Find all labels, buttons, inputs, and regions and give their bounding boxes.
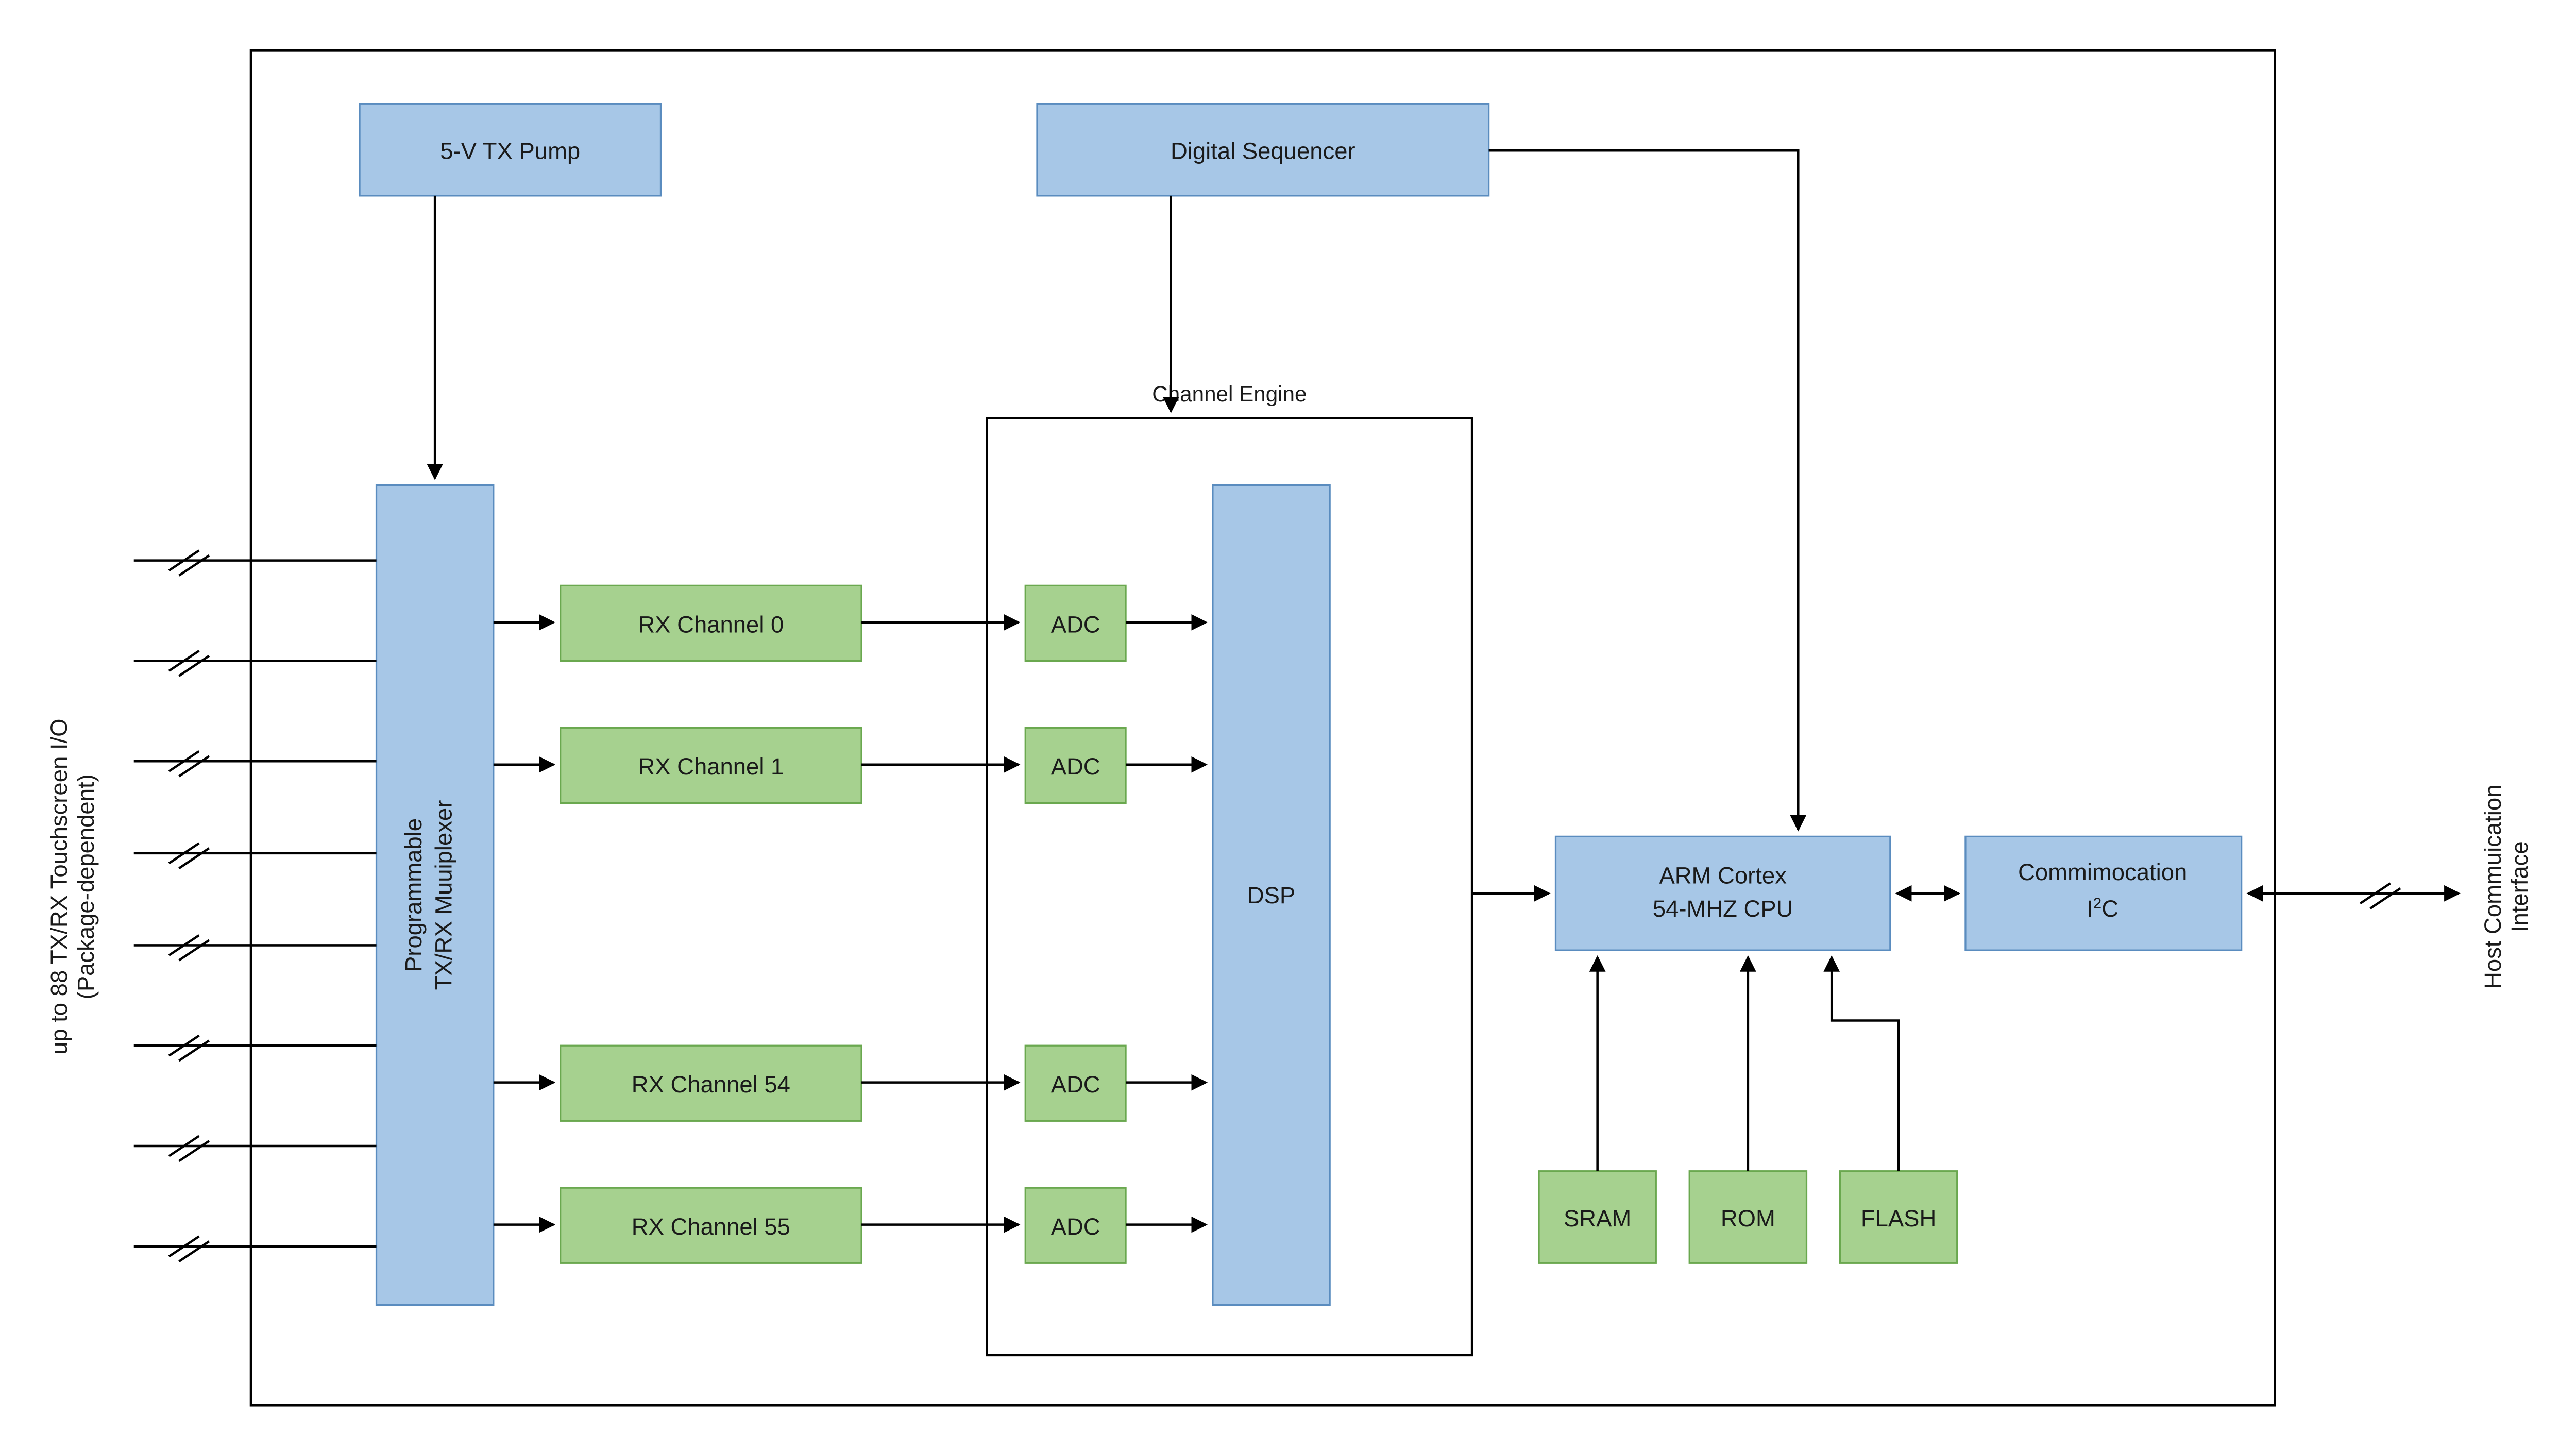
cpu-label-line1: ARM Cortex	[1659, 862, 1787, 888]
host-open-pin	[2360, 883, 2400, 908]
arrow-seq-to-cpu	[1489, 150, 1799, 830]
digital-sequencer-label: Digital Sequencer	[1171, 138, 1355, 164]
comm-label-line2: I2C	[2087, 896, 2119, 922]
adc-0-label: ADC	[1051, 611, 1100, 637]
comm-label-line1: Commimocation	[2018, 859, 2187, 885]
rx-channel-55-label: RX Channel 55	[632, 1214, 790, 1240]
adc-55-label: ADC	[1051, 1214, 1100, 1240]
dsp-label: DSP	[1247, 882, 1295, 908]
mux-label-line2: TX/RX Muuiplexer	[431, 800, 457, 990]
cpu-block	[1555, 836, 1890, 950]
host-comm-label-line2: Interface	[2506, 841, 2533, 932]
comm-block	[1965, 836, 2242, 950]
mux-label-line1: Programmable	[400, 818, 427, 972]
host-comm-label-line1: Host Commuication	[2480, 785, 2506, 989]
arrow-flash-cpu	[1832, 957, 1899, 1171]
rx-channel-0-label: RX Channel 0	[638, 611, 784, 637]
adc-1-label: ADC	[1051, 753, 1100, 780]
rom-label: ROM	[1721, 1205, 1775, 1232]
touchscreen-io-label-line1: up to 88 TX/RX Touchscreen I/O	[46, 719, 72, 1055]
channel-engine-title: Channel Engine	[1152, 382, 1307, 406]
cpu-label-line2: 54-MHZ CPU	[1653, 896, 1793, 922]
touchscreen-io-label-line2: (Package-dependent)	[73, 774, 99, 999]
adc-54-label: ADC	[1051, 1071, 1100, 1098]
rx-channel-1-label: RX Channel 1	[638, 753, 784, 780]
tx-pump-label: 5-V TX Pump	[440, 138, 580, 164]
left-io-pins	[134, 550, 377, 1261]
rx-channel-54-label: RX Channel 54	[632, 1071, 790, 1098]
flash-label: FLASH	[1861, 1205, 1936, 1232]
sram-label: SRAM	[1564, 1205, 1631, 1232]
